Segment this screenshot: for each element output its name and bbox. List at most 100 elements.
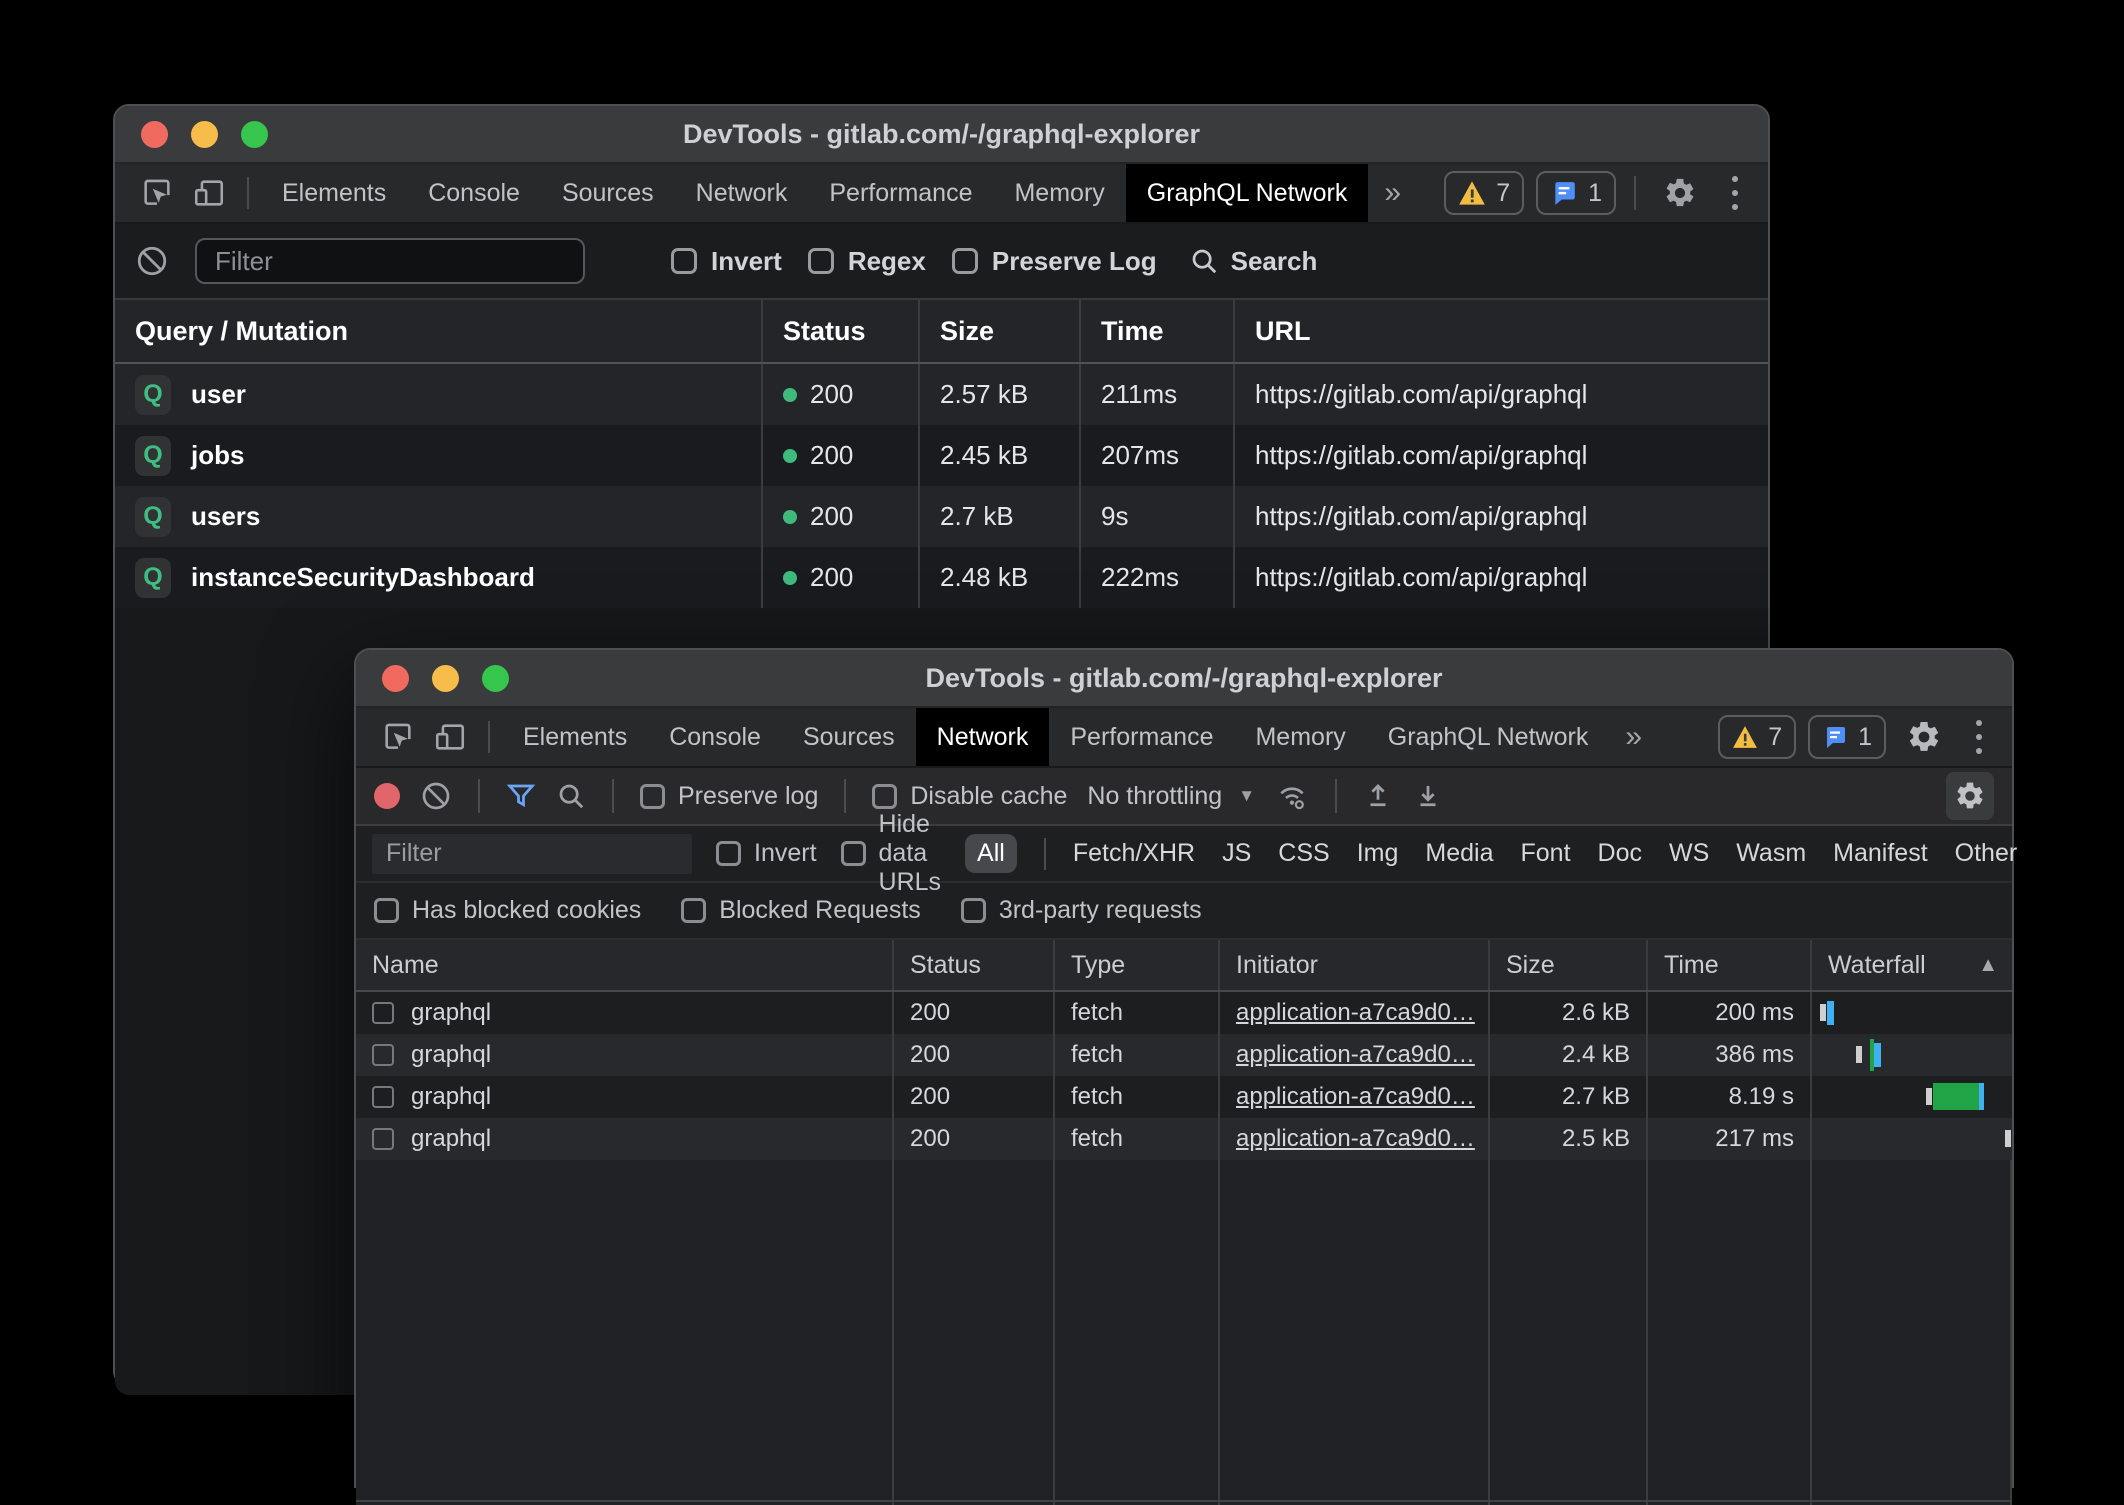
tab-performance[interactable]: Performance [1049,708,1234,766]
invert-checkbox[interactable]: Invert [671,246,782,277]
column-header-query[interactable]: Query / Mutation [115,300,763,362]
filter-funnel-icon[interactable] [506,781,536,811]
more-options-icon[interactable] [1962,720,1996,754]
record-network-log-icon[interactable] [374,783,400,809]
search-icon[interactable] [556,781,586,811]
device-toolbar-icon[interactable] [183,164,235,222]
initiator-link[interactable]: application-a7ca9d0… [1236,999,1475,1027]
third-party-requests-checkbox[interactable]: 3rd-party requests [961,896,1202,925]
tab-performance[interactable]: Performance [808,164,993,222]
query-name: instanceSecurityDashboard [191,562,535,593]
filter-chip-js[interactable]: JS [1222,839,1251,868]
network-conditions-icon[interactable] [1275,780,1309,812]
preserve-log-checkbox[interactable]: Preserve Log [952,246,1157,277]
request-row[interactable]: graphql 200 fetch application-a7ca9d0… 2… [356,1118,2012,1160]
has-blocked-cookies-checkbox[interactable]: Has blocked cookies [374,896,641,925]
initiator-link[interactable]: application-a7ca9d0… [1236,1083,1475,1111]
filter-chip-font[interactable]: Font [1520,839,1570,868]
hide-data-urls-checkbox[interactable]: Hide data URLs [841,810,942,897]
filter-chip-doc[interactable]: Doc [1598,839,1642,868]
table-row[interactable]: Qjobs 200 2.45 kB 207ms https://gitlab.c… [115,425,1768,486]
column-header-name[interactable]: Name [356,940,894,990]
clear-icon[interactable] [135,244,169,278]
size-value: 2.5 kB [1490,1118,1648,1160]
initiator-link[interactable]: application-a7ca9d0… [1236,1041,1475,1069]
device-toolbar-icon[interactable] [424,708,476,766]
request-row[interactable]: graphql 200 fetch application-a7ca9d0… 2… [356,1076,2012,1118]
filter-input[interactable] [195,238,585,284]
settings-gear-icon[interactable] [1654,164,1706,222]
table-row[interactable]: QinstanceSecurityDashboard 200 2.48 kB 2… [115,547,1768,608]
disable-cache-checkbox[interactable]: Disable cache [872,782,1067,811]
warnings-badge[interactable]: 7 [1718,715,1796,759]
filter-chip-img[interactable]: Img [1357,839,1399,868]
settings-gear-icon[interactable] [1898,708,1950,766]
row-checkbox[interactable] [372,1044,394,1066]
column-header-time[interactable]: Time [1081,300,1235,362]
column-header-status[interactable]: Status [763,300,920,362]
inspect-element-icon[interactable] [372,708,424,766]
tab-sources[interactable]: Sources [541,164,675,222]
tab-memory[interactable]: Memory [993,164,1125,222]
clear-icon[interactable] [420,780,452,812]
more-options-icon[interactable] [1718,176,1752,210]
filter-chip-ws[interactable]: WS [1669,839,1709,868]
zoom-button[interactable] [482,665,509,692]
tab-graphql-network[interactable]: GraphQL Network [1126,164,1369,222]
preserve-log-checkbox[interactable]: Preserve log [640,782,818,811]
row-checkbox[interactable] [372,1086,394,1108]
minimize-button[interactable] [191,121,218,148]
column-header-size[interactable]: Size [920,300,1081,362]
column-header-initiator[interactable]: Initiator [1220,940,1490,990]
row-checkbox[interactable] [372,1128,394,1150]
filter-chip-manifest[interactable]: Manifest [1833,839,1927,868]
tab-memory[interactable]: Memory [1234,708,1366,766]
tab-graphql-network[interactable]: GraphQL Network [1367,708,1610,766]
column-header-time[interactable]: Time [1648,940,1812,990]
tab-console[interactable]: Console [407,164,541,222]
tab-elements[interactable]: Elements [502,708,648,766]
filter-chip-css[interactable]: CSS [1278,839,1329,868]
minimize-button[interactable] [432,665,459,692]
invert-checkbox[interactable]: Invert [716,839,817,868]
regex-checkbox[interactable]: Regex [808,246,926,277]
table-row[interactable]: Qusers 200 2.7 kB 9s https://gitlab.com/… [115,486,1768,547]
issues-badge[interactable]: 1 [1536,171,1616,215]
blocked-requests-checkbox[interactable]: Blocked Requests [681,896,921,925]
tab-console[interactable]: Console [648,708,782,766]
initiator-link[interactable]: application-a7ca9d0… [1236,1125,1475,1153]
column-header-url[interactable]: URL [1235,300,1768,362]
row-checkbox[interactable] [372,1002,394,1024]
column-header-status[interactable]: Status [894,940,1055,990]
filter-chip-wasm[interactable]: Wasm [1736,839,1806,868]
tab-sources[interactable]: Sources [782,708,916,766]
more-tabs-icon[interactable]: » [1609,720,1658,754]
search-button[interactable]: Search [1189,246,1318,277]
throttling-dropdown[interactable]: No throttling ▼ [1087,782,1255,811]
close-button[interactable] [141,121,168,148]
filter-input[interactable] [372,834,692,874]
tab-network[interactable]: Network [675,164,809,222]
filter-chip-media[interactable]: Media [1425,839,1493,868]
import-har-icon[interactable] [1363,780,1393,812]
column-header-waterfall[interactable]: Waterfall ▲ [1812,940,2012,990]
tab-network[interactable]: Network [916,708,1050,766]
inspect-element-icon[interactable] [131,164,183,222]
column-header-size[interactable]: Size [1490,940,1648,990]
warnings-badge[interactable]: 7 [1444,171,1524,215]
filter-chip-other[interactable]: Other [1955,839,2018,868]
export-har-icon[interactable] [1413,780,1443,812]
close-button[interactable] [382,665,409,692]
filter-chip-all[interactable]: All [965,834,1017,873]
tab-elements[interactable]: Elements [261,164,407,222]
zoom-button[interactable] [241,121,268,148]
search-icon [1189,246,1219,276]
issues-badge[interactable]: 1 [1808,715,1886,759]
more-tabs-icon[interactable]: » [1368,176,1417,210]
column-header-type[interactable]: Type [1055,940,1220,990]
table-row[interactable]: Quser 200 2.57 kB 211ms https://gitlab.c… [115,364,1768,425]
network-settings-button[interactable] [1946,772,1994,820]
filter-chip-fetch-xhr[interactable]: Fetch/XHR [1073,839,1195,868]
request-row[interactable]: graphql 200 fetch application-a7ca9d0… 2… [356,1034,2012,1076]
request-row[interactable]: graphql 200 fetch application-a7ca9d0… 2… [356,992,2012,1034]
